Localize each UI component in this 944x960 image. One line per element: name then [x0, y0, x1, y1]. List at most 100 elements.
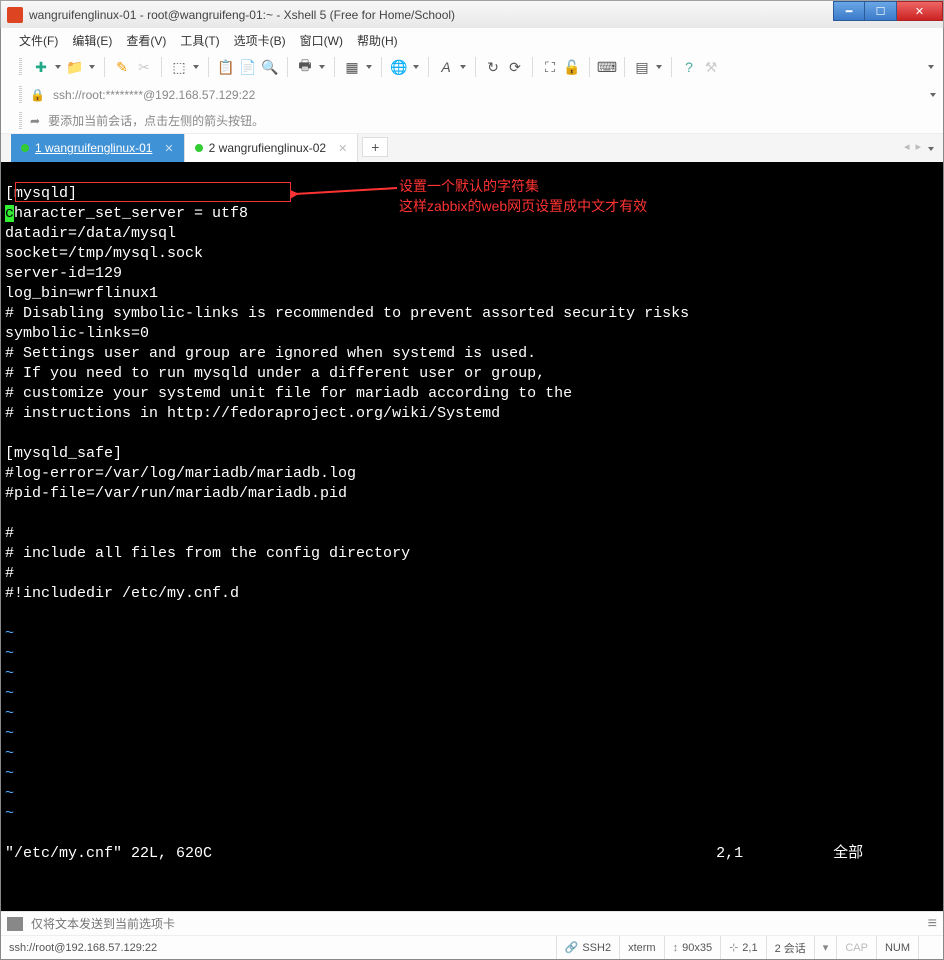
pos-icon: ⊹ — [729, 941, 738, 954]
toolbar-separator — [589, 57, 590, 77]
link-icon: 🔗 — [565, 941, 579, 954]
close-tab-icon[interactable]: ✕ — [338, 142, 347, 155]
view1-icon[interactable]: ▦ — [343, 58, 361, 76]
term-line: #pid-file=/var/run/mariadb/mariadb.pid — [5, 485, 347, 502]
tab-nav: ◂ ▸ — [904, 140, 935, 158]
empty-lines: ~ ~ ~ ~ ~ ~ ~ ~ ~ ~ — [5, 625, 14, 822]
status-pos: 2,1 — [742, 942, 757, 954]
toolbar-separator — [624, 57, 625, 77]
compose-menu-icon[interactable]: ≡ — [928, 915, 937, 933]
font-dropdown[interactable] — [459, 58, 467, 76]
term-line: # Disabling symbolic-links is recommende… — [5, 305, 689, 322]
properties-dropdown[interactable] — [192, 58, 200, 76]
menubar: 文件(F) 编辑(E) 查看(V) 工具(T) 选项卡(B) 窗口(W) 帮助(… — [1, 28, 943, 52]
menu-tools[interactable]: 工具(T) — [180, 32, 219, 49]
new-session-dropdown[interactable] — [54, 58, 62, 76]
status-connection: ssh://root@192.168.57.129:22 — [9, 942, 556, 954]
term-line: [mysqld_safe] — [5, 445, 122, 462]
toolbar-separator — [532, 57, 533, 77]
app-icon — [7, 7, 23, 23]
keyboard-icon[interactable]: ⌨ — [598, 58, 616, 76]
fullscreen-icon[interactable]: ⛶ — [541, 58, 559, 76]
tab-bar: 1 wangruifenglinux-01 ✕ 2 wangrufienglin… — [1, 134, 943, 162]
help-icon[interactable]: ? — [680, 58, 698, 76]
compose-input[interactable] — [31, 917, 920, 931]
chevron-icon[interactable]: ▾ — [823, 941, 829, 954]
menu-tabs[interactable]: 选项卡(B) — [234, 32, 286, 49]
disconnect-icon[interactable]: ✂ — [135, 58, 153, 76]
status-cap: CAP — [845, 942, 868, 954]
toolbar-separator — [161, 57, 162, 77]
annotation-arrow — [291, 184, 401, 204]
toolbar-separator — [475, 57, 476, 77]
window-titlebar: wangruifenglinux-01 - root@wangruifeng-0… — [0, 0, 944, 28]
cursor: c — [5, 205, 14, 222]
new-session-icon[interactable]: ✚ — [32, 58, 50, 76]
term-line: # include all files from the config dire… — [5, 545, 410, 562]
menu-view[interactable]: 查看(V) — [126, 32, 166, 49]
term-line: symbolic-links=0 — [5, 325, 149, 342]
menu-file[interactable]: 文件(F) — [19, 32, 58, 49]
tools-icon[interactable]: ⚒ — [702, 58, 720, 76]
add-tab-button[interactable]: + — [362, 137, 388, 157]
properties-icon[interactable]: ⬚ — [170, 58, 188, 76]
toolbar-overflow[interactable] — [925, 58, 937, 76]
terminal[interactable]: [mysqld] character_set_server = utf8 dat… — [1, 162, 943, 911]
tab-next-icon[interactable]: ▸ — [915, 140, 921, 158]
tab-session-2[interactable]: 2 wangrufienglinux-02 ✕ — [185, 134, 359, 162]
vim-status-line: "/etc/my.cnf" 22L, 620C 2,1 全部 — [5, 845, 863, 862]
print-dropdown[interactable] — [318, 58, 326, 76]
font-icon[interactable]: A — [437, 58, 455, 76]
open-folder-icon[interactable]: 📁 — [66, 58, 84, 76]
globe-icon[interactable]: 🌐 — [390, 58, 408, 76]
print-icon[interactable]: 🖶 — [296, 58, 314, 76]
status-term: xterm — [628, 942, 656, 954]
status-size: 90x35 — [682, 942, 712, 954]
toolbar-separator — [428, 57, 429, 77]
copy-icon[interactable]: 📋 — [217, 58, 235, 76]
term-line: # customize your systemd unit file for m… — [5, 385, 572, 402]
menu-help[interactable]: 帮助(H) — [357, 32, 398, 49]
address-overflow[interactable] — [929, 86, 937, 104]
term-line: #log-error=/var/log/mariadb/mariadb.log — [5, 465, 356, 482]
paste-icon[interactable]: 📄 — [239, 58, 257, 76]
tab-session-1[interactable]: 1 wangruifenglinux-01 ✕ — [11, 134, 185, 162]
size-icon: ↕ — [673, 942, 679, 954]
arrow-icon[interactable]: ➦ — [30, 114, 40, 128]
toolbar-separator — [208, 57, 209, 77]
term-line: [mysqld] — [5, 185, 77, 202]
status-proto: SSH2 — [582, 942, 611, 954]
toolbar-separator — [381, 57, 382, 77]
lock-toolbar-icon[interactable]: 🔓 — [563, 58, 581, 76]
maximize-button[interactable]: ☐ — [865, 1, 897, 21]
view1-dropdown[interactable] — [365, 58, 373, 76]
term-line: datadir=/data/mysql — [5, 225, 176, 242]
menu-window[interactable]: 窗口(W) — [300, 32, 343, 49]
open-dropdown[interactable] — [88, 58, 96, 76]
term-line: haracter_set_server = utf8 — [14, 205, 248, 222]
status-sessions: 2 会话 — [775, 940, 806, 956]
term-line: # — [5, 525, 14, 542]
address-path[interactable]: ssh://root:********@192.168.57.129:22 — [53, 88, 255, 102]
tab-prev-icon[interactable]: ◂ — [904, 140, 910, 158]
layout-icon[interactable]: ▤ — [633, 58, 651, 76]
reconnect-icon[interactable]: ✎ — [113, 58, 131, 76]
term-line: #!includedir /etc/my.cnf.d — [5, 585, 239, 602]
send-mode-icon[interactable] — [7, 917, 23, 931]
status-num: NUM — [885, 942, 910, 954]
compose-bar: ≡ — [1, 911, 943, 935]
close-button[interactable]: ✕ — [897, 1, 943, 21]
close-tab-icon[interactable]: ✕ — [164, 142, 173, 155]
globe-dropdown[interactable] — [412, 58, 420, 76]
minimize-button[interactable]: ━ — [833, 1, 865, 21]
menu-edit[interactable]: 编辑(E) — [72, 32, 112, 49]
lock-icon: 🔒 — [30, 88, 45, 102]
tab-list-dropdown[interactable] — [927, 140, 935, 158]
status-dot-icon — [21, 144, 29, 152]
refresh-icon[interactable]: ↻ — [484, 58, 502, 76]
find-icon[interactable]: 🔍 — [261, 58, 279, 76]
sync-icon[interactable]: ⟳ — [506, 58, 524, 76]
annotation-text-2: 这样zabbix的web网页设置成中文才有效 — [399, 196, 647, 216]
layout-dropdown[interactable] — [655, 58, 663, 76]
toolbar-separator — [287, 57, 288, 77]
